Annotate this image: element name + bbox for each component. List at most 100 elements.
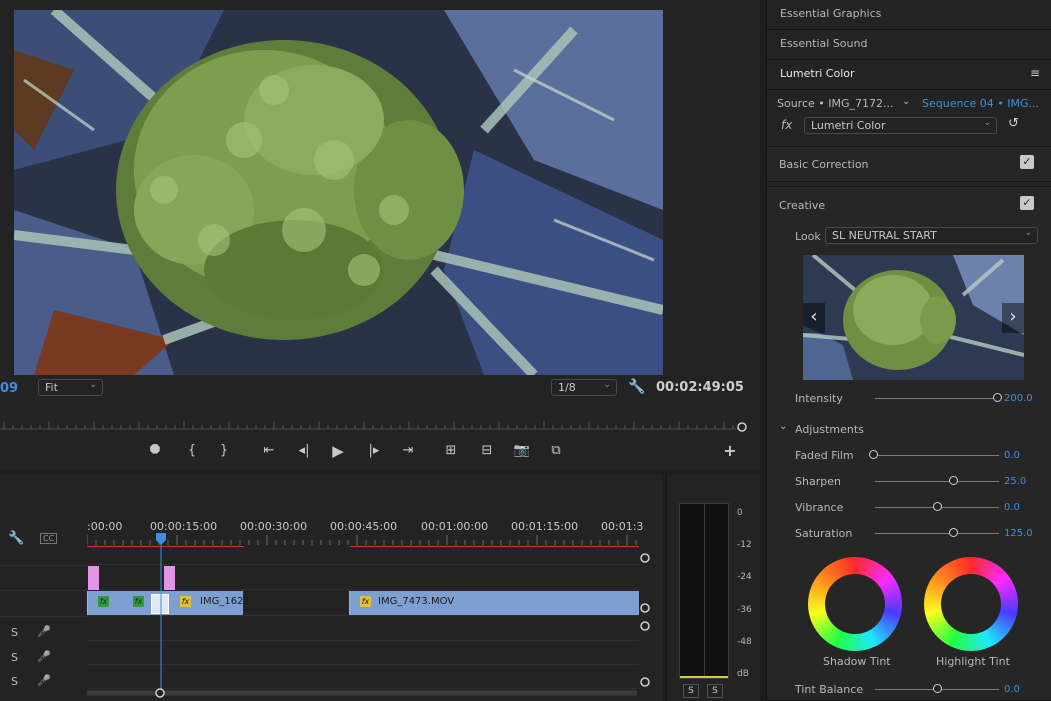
add-marker-icon[interactable]: ⯃ xyxy=(142,436,168,466)
tab-lumetri-color-label: Lumetri Color xyxy=(780,67,855,80)
add-button-icon[interactable]: + xyxy=(717,436,743,466)
chevron-down-icon[interactable]: ⌄ xyxy=(779,421,787,432)
look-preview-thumbnail[interactable]: ‹ › xyxy=(803,255,1024,380)
highlight-tint-label: Highlight Tint xyxy=(936,655,1010,668)
video-frame[interactable] xyxy=(14,10,663,375)
mark-out-icon[interactable]: } xyxy=(211,436,237,466)
lift-icon[interactable]: ⊞ xyxy=(438,436,464,466)
highlight-tint-wheel[interactable] xyxy=(924,557,1018,651)
faded-film-value[interactable]: 0.0 xyxy=(1004,450,1020,461)
go-to-out-icon[interactable]: ⇥ xyxy=(395,436,421,466)
go-to-in-icon[interactable]: ⇤ xyxy=(256,436,282,466)
scroll-handle[interactable] xyxy=(155,688,165,698)
tab-essential-sound[interactable]: Essential Sound xyxy=(767,30,1051,60)
creative-checkbox[interactable]: ✓ xyxy=(1020,196,1034,210)
lumetri-panel: Essential Graphics Essential Sound Lumet… xyxy=(766,0,1051,701)
meter-divider xyxy=(704,504,705,678)
step-forward-icon[interactable]: |▸ xyxy=(361,436,387,466)
play-icon[interactable]: ▶ xyxy=(325,436,351,466)
voice-over-mic-icon[interactable]: 🎤 xyxy=(37,674,51,687)
look-preview-image xyxy=(803,255,1024,380)
fx-badge-icon: fx xyxy=(133,596,144,607)
wrench-icon[interactable]: 🔧 xyxy=(8,531,24,546)
basic-correction-section[interactable]: Basic Correction ✓ xyxy=(767,146,1051,182)
ruler-label: 00:01:00:00 xyxy=(421,520,489,533)
monitor-mini-timeline[interactable] xyxy=(0,411,748,433)
chevron-down-icon[interactable]: ⌄ xyxy=(902,96,910,107)
basic-correction-checkbox[interactable]: ✓ xyxy=(1020,155,1034,169)
vibrance-slider-knob[interactable] xyxy=(933,502,942,511)
intensity-value[interactable]: 200.0 xyxy=(1004,393,1033,404)
divider xyxy=(0,616,87,617)
tint-balance-value[interactable]: 0.0 xyxy=(1004,684,1020,695)
solo-track-a3[interactable]: S xyxy=(11,675,18,688)
program-monitor: 09 Fit ⌄ 1/8 ⌄ 🔧 00:02:49:05 ⯃ { } ⇤ ◂| … xyxy=(0,0,760,470)
sequence-clip-label[interactable]: Sequence 04 • IMG... xyxy=(922,97,1039,110)
track-a1[interactable] xyxy=(87,616,639,641)
time-ruler[interactable] xyxy=(87,533,639,547)
source-clip-label[interactable]: Source • IMG_7172... xyxy=(777,97,894,110)
meter-bars xyxy=(679,503,729,679)
zoom-level-dropdown[interactable]: Fit ⌄ xyxy=(38,379,103,396)
playback-resolution-dropdown[interactable]: 1/8 ⌄ xyxy=(551,379,617,396)
step-back-icon[interactable]: ◂| xyxy=(291,436,317,466)
adjustments-header[interactable]: Adjustments xyxy=(795,423,864,436)
chevron-left-icon[interactable]: ‹ xyxy=(803,303,825,333)
track-v3[interactable] xyxy=(87,547,639,565)
hamburger-menu-icon[interactable]: ≡ xyxy=(1030,66,1040,80)
shadow-tint-label: Shadow Tint xyxy=(823,655,891,668)
track-height-handles[interactable] xyxy=(639,553,651,693)
solo-right-button[interactable]: S xyxy=(707,684,723,698)
faded-film-slider-track[interactable] xyxy=(875,455,999,456)
creative-header[interactable]: Creative xyxy=(779,199,825,212)
chevron-right-icon[interactable]: › xyxy=(1002,303,1024,333)
zoom-level-value: Fit xyxy=(45,381,58,394)
playhead-handle[interactable] xyxy=(737,422,747,432)
solo-track-a1[interactable]: S xyxy=(11,626,18,639)
voice-over-mic-icon[interactable]: 🎤 xyxy=(37,625,51,638)
tint-balance-label: Tint Balance xyxy=(795,683,864,696)
timeline-panel: 🔧 CC S 🎤 S 🎤 S 🎤 :00:00 00:00:15:00 00:0… xyxy=(0,475,663,701)
saturation-label: Saturation xyxy=(795,527,853,540)
reset-effect-icon[interactable]: ↺ xyxy=(1008,116,1019,131)
voice-over-mic-icon[interactable]: 🎤 xyxy=(37,650,51,663)
saturation-slider-knob[interactable] xyxy=(949,528,958,537)
look-dropdown[interactable]: SL NEUTRAL START ⌄ xyxy=(825,227,1038,244)
saturation-slider-track[interactable] xyxy=(875,533,999,534)
fx-badge-icon: fx xyxy=(360,596,371,607)
intensity-slider-knob[interactable] xyxy=(993,393,1002,402)
playback-resolution-value: 1/8 xyxy=(558,381,576,394)
effect-dropdown[interactable]: Lumetri Color ⌄ xyxy=(804,117,997,134)
look-dropdown-value: SL NEUTRAL START xyxy=(832,229,937,242)
camera-icon[interactable]: 📷 xyxy=(509,436,535,466)
timeline-tracks[interactable]: :00:00 00:00:15:00 00:00:30:00 00:00:45:… xyxy=(87,475,651,701)
video-clip[interactable]: fx IMG_7473.MOV xyxy=(349,591,639,615)
vibrance-value[interactable]: 0.0 xyxy=(1004,502,1020,513)
track-a2[interactable] xyxy=(87,641,639,665)
ruler-label: :00:00 xyxy=(87,520,123,533)
comparison-view-icon[interactable]: ⧉ xyxy=(543,436,569,466)
wrench-icon[interactable]: 🔧 xyxy=(628,379,645,395)
sharpen-value[interactable]: 25.0 xyxy=(1004,476,1026,487)
solo-track-a2[interactable]: S xyxy=(11,651,18,664)
tint-balance-slider-knob[interactable] xyxy=(933,684,942,693)
sharpen-slider-track[interactable] xyxy=(875,481,999,482)
captions-icon[interactable]: CC xyxy=(40,533,58,544)
tab-essential-graphics[interactable]: Essential Graphics xyxy=(767,0,1051,30)
timeline-playhead[interactable] xyxy=(155,533,167,695)
mark-in-icon[interactable]: { xyxy=(179,436,205,466)
timeline-horizontal-scrollbar[interactable] xyxy=(87,686,649,700)
intensity-slider-track[interactable] xyxy=(875,398,999,399)
db-label: 0 xyxy=(737,508,743,518)
playhead-timecode-partial[interactable]: 09 xyxy=(0,381,18,396)
solo-left-button[interactable]: S xyxy=(683,684,699,698)
tab-lumetri-color[interactable]: Lumetri Color ≡ xyxy=(767,60,1051,90)
db-label: -48 xyxy=(737,637,752,647)
extract-icon[interactable]: ⊟ xyxy=(474,436,500,466)
transport-controls: ⯃ { } ⇤ ◂| ▶ |▸ ⇥ ⊞ ⊟ 📷 ⧉ + xyxy=(0,436,760,468)
saturation-value[interactable]: 125.0 xyxy=(1004,528,1033,539)
sharpen-slider-knob[interactable] xyxy=(949,476,958,485)
faded-film-slider-knob[interactable] xyxy=(869,450,878,459)
shadow-tint-wheel[interactable] xyxy=(808,557,902,651)
adjustment-clip[interactable] xyxy=(88,566,99,590)
